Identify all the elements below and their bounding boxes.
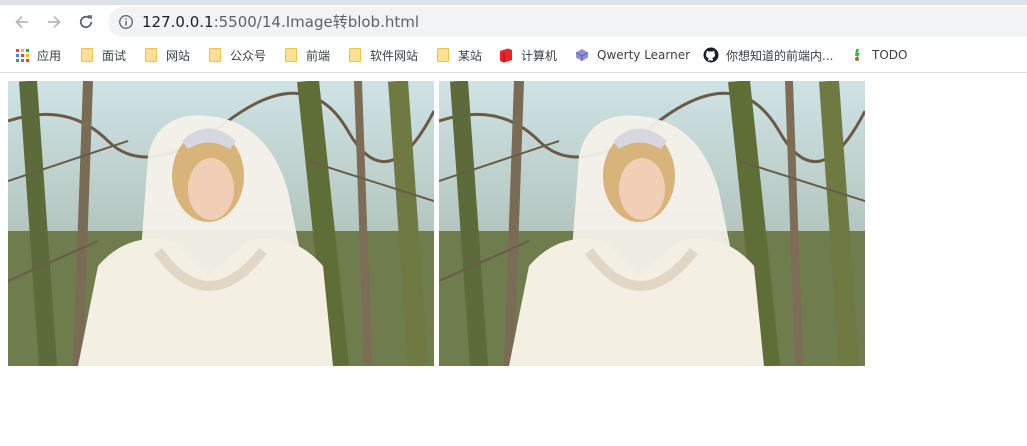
bookmark-computer[interactable]: 计算机 [498,45,557,65]
bookmark-folder-websites[interactable]: 网站 [143,45,190,65]
bookmark-label: 你想知道的前端内... [726,48,834,63]
todo-icon [849,47,865,63]
bookmarks-bar: 应用 面试 网站 公众号 前端 软件网站 某站 计算机 Qwerty Learn… [0,39,1027,73]
bookmark-label: 软件网站 [370,48,419,63]
bride-photo-original [8,81,434,366]
bookmark-label: Qwerty Learner [597,48,691,62]
bookmark-label: TODO [872,48,908,62]
bookmark-qwerty-learner[interactable]: Qwerty Learner [574,45,690,65]
bookmark-todo[interactable]: TODO [849,45,907,65]
reload-button[interactable] [74,10,98,34]
bookmark-folder-frontend[interactable]: 前端 [283,45,330,65]
url-text[interactable]: 127.0.0.1:5500/14.Image转blob.html [142,13,419,31]
arrow-left-icon [13,13,31,31]
bookmark-folder-software-sites[interactable]: 软件网站 [347,45,418,65]
reload-icon [77,13,95,31]
bookmark-label: 面试 [102,48,127,63]
folder-icon [435,47,451,63]
navigation-bar: 127.0.0.1:5500/14.Image转blob.html [0,5,1027,39]
arrow-right-icon [45,13,63,31]
bookmark-folder-some-site[interactable]: 某站 [435,45,482,65]
bookmark-label: 公众号 [230,48,267,63]
bookmark-folder-official-accounts[interactable]: 公众号 [207,45,266,65]
info-icon[interactable] [118,14,134,30]
bookmark-apps[interactable]: 应用 [14,45,61,65]
folder-icon [143,47,159,63]
back-button[interactable] [10,10,34,34]
address-bar[interactable]: 127.0.0.1:5500/14.Image转blob.html [108,7,1027,37]
apps-grid-icon [14,47,30,63]
bookmark-label: 应用 [37,48,62,63]
folder-icon [347,47,363,63]
bookmark-label: 计算机 [521,48,558,63]
bookmark-label: 某站 [458,48,483,63]
url-host: 127.0.0.1 [142,13,214,31]
folder-icon [79,47,95,63]
bookmark-label: 网站 [166,48,191,63]
purple-cube-icon [574,47,590,63]
bookmark-folder-interview[interactable]: 面试 [79,45,126,65]
github-icon [703,47,719,63]
red-book-icon [498,47,514,63]
bookmark-label: 前端 [306,48,331,63]
bride-photo-blob-copy [439,81,865,366]
folder-icon [283,47,299,63]
forward-button[interactable] [42,10,66,34]
folder-icon [207,47,223,63]
bookmark-github[interactable]: 你想知道的前端内... [703,45,833,65]
url-path: :5500/14.Image转blob.html [213,13,420,31]
